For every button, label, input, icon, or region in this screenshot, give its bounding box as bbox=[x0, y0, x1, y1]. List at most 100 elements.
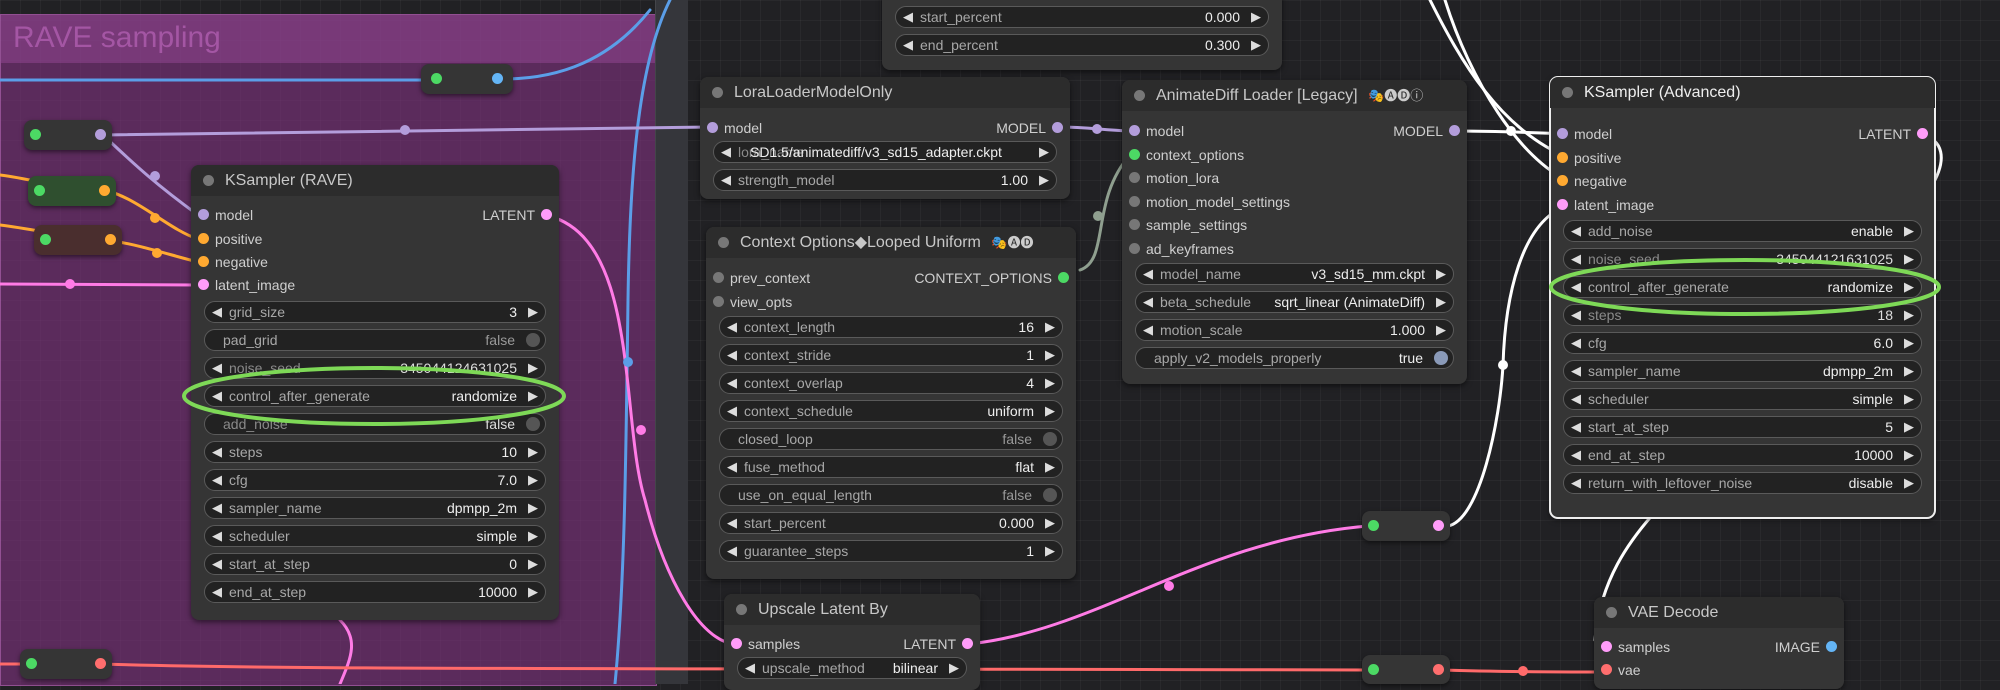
vae-decode-node[interactable]: VAE Decode samples IMAGE vae bbox=[1594, 597, 1844, 689]
node-title[interactable]: KSampler (RAVE) bbox=[191, 165, 559, 196]
increment-arrow[interactable]: ▶ bbox=[528, 582, 538, 602]
input-ad-keyframes[interactable]: ad_keyframes bbox=[1129, 237, 1234, 261]
node-title[interactable]: KSampler (Advanced) bbox=[1550, 77, 1935, 108]
increment-arrow[interactable]: ▶ bbox=[528, 386, 538, 406]
reroute-output-slot[interactable] bbox=[95, 658, 106, 669]
input-slot[interactable] bbox=[1557, 152, 1568, 163]
node-title[interactable]: AnimateDiff Loader [Legacy] 🎭🅐🅓ⓘ bbox=[1122, 80, 1467, 111]
increment-arrow[interactable]: ▶ bbox=[1904, 445, 1914, 465]
end-at-step-widget[interactable]: ◀ end_at_step 10000 ▶ bbox=[1563, 444, 1922, 466]
output-slot[interactable] bbox=[1058, 272, 1069, 283]
reroute-output-slot[interactable] bbox=[95, 129, 106, 140]
grid-size-widget[interactable]: ◀ grid_size 3 ▶ bbox=[204, 301, 546, 323]
output-slot[interactable] bbox=[1917, 128, 1928, 139]
collapse-dot[interactable] bbox=[718, 237, 729, 248]
input-slot[interactable] bbox=[198, 279, 209, 290]
increment-arrow[interactable]: ▶ bbox=[528, 554, 538, 574]
input-sample-settings[interactable]: sample_settings bbox=[1129, 213, 1247, 237]
beta-schedule-widget[interactable]: ◀ beta_schedule sqrt_linear (AnimateDiff… bbox=[1135, 291, 1454, 313]
ksampler-rave-node[interactable]: KSampler (RAVE) model LATENT positive ne… bbox=[191, 165, 559, 620]
start-at-step-widget[interactable]: ◀ start_at_step 0 ▶ bbox=[204, 553, 546, 575]
input-motion-model-settings[interactable]: motion_model_settings bbox=[1129, 190, 1290, 214]
noise-seed-widget[interactable]: ◀ noise_seed 345044121631025 ▶ bbox=[1563, 248, 1922, 270]
motion-scale-widget[interactable]: ◀ motion_scale 1.000 ▶ bbox=[1135, 319, 1454, 341]
scheduler-widget[interactable]: ◀ scheduler simple ▶ bbox=[204, 525, 546, 547]
start-at-step-widget[interactable]: ◀ start_at_step 5 ▶ bbox=[1563, 416, 1922, 438]
decrement-arrow[interactable]: ◀ bbox=[1571, 277, 1581, 297]
decrement-arrow[interactable]: ◀ bbox=[212, 358, 222, 378]
toggle-knob[interactable] bbox=[526, 417, 540, 431]
input-slot[interactable] bbox=[1557, 199, 1568, 210]
decrement-arrow[interactable]: ◀ bbox=[727, 513, 737, 533]
decrement-arrow[interactable]: ◀ bbox=[745, 658, 755, 678]
control-after-generate-widget[interactable]: ◀ control_after_generate randomize ▶ bbox=[1563, 276, 1922, 298]
end-at-step-widget[interactable]: ◀ end_at_step 10000 ▶ bbox=[204, 581, 546, 603]
decrement-arrow[interactable]: ◀ bbox=[727, 457, 737, 477]
add-noise-toggle[interactable]: add_noise false bbox=[204, 413, 546, 435]
output-latent[interactable]: LATENT bbox=[482, 203, 552, 227]
input-view-opts[interactable]: view_opts bbox=[713, 290, 792, 314]
decrement-arrow[interactable]: ◀ bbox=[212, 554, 222, 574]
reroute-output-slot[interactable] bbox=[1433, 663, 1444, 675]
end-percent-widget[interactable]: ◀ end_percent 0.300 ▶ bbox=[895, 34, 1269, 56]
increment-arrow[interactable]: ▶ bbox=[1904, 389, 1914, 409]
input-model[interactable]: model bbox=[707, 116, 762, 140]
decrement-arrow[interactable]: ◀ bbox=[1143, 292, 1153, 312]
reroute-node-vae-right[interactable] bbox=[1362, 655, 1450, 684]
reroute-node-blue[interactable] bbox=[421, 64, 513, 94]
reroute-output-slot[interactable] bbox=[105, 234, 116, 245]
decrement-arrow[interactable]: ◀ bbox=[212, 470, 222, 490]
reroute-node-model[interactable] bbox=[24, 120, 112, 150]
decrement-arrow[interactable]: ◀ bbox=[1571, 445, 1581, 465]
decrement-arrow[interactable]: ◀ bbox=[727, 541, 737, 561]
reroute-input-slot[interactable] bbox=[30, 129, 41, 140]
reroute-node-negative[interactable] bbox=[34, 225, 122, 255]
decrement-arrow[interactable]: ◀ bbox=[727, 317, 737, 337]
toggle-knob[interactable] bbox=[1043, 432, 1057, 446]
increment-arrow[interactable]: ▶ bbox=[1045, 457, 1055, 477]
steps-widget[interactable]: ◀ steps 10 ▶ bbox=[204, 441, 546, 463]
input-slot[interactable] bbox=[1129, 243, 1140, 254]
increment-arrow[interactable]: ▶ bbox=[1251, 7, 1261, 27]
collapse-dot[interactable] bbox=[712, 87, 723, 98]
collapse-dot[interactable] bbox=[203, 175, 214, 186]
output-slot[interactable] bbox=[1826, 641, 1837, 652]
increment-arrow[interactable]: ▶ bbox=[528, 526, 538, 546]
input-vae[interactable]: vae bbox=[1601, 658, 1641, 682]
collapse-dot[interactable] bbox=[1606, 607, 1617, 618]
reroute-input-slot[interactable] bbox=[26, 658, 37, 669]
input-slot[interactable] bbox=[198, 209, 209, 220]
increment-arrow[interactable]: ▶ bbox=[1045, 345, 1055, 365]
input-latent-image[interactable]: latent_image bbox=[1557, 193, 1654, 217]
decrement-arrow[interactable]: ◀ bbox=[1571, 473, 1581, 493]
increment-arrow[interactable]: ▶ bbox=[528, 470, 538, 490]
input-slot[interactable] bbox=[707, 122, 718, 133]
decrement-arrow[interactable]: ◀ bbox=[1571, 249, 1581, 269]
input-slot[interactable] bbox=[1129, 125, 1140, 136]
steps-widget[interactable]: ◀ steps 18 ▶ bbox=[1563, 304, 1922, 326]
input-slot[interactable] bbox=[1557, 128, 1568, 139]
output-image[interactable]: IMAGE bbox=[1775, 635, 1837, 659]
increment-arrow[interactable]: ▶ bbox=[1436, 320, 1446, 340]
input-slot[interactable] bbox=[1129, 172, 1140, 183]
decrement-arrow[interactable]: ◀ bbox=[212, 442, 222, 462]
node-title[interactable]: Upscale Latent By bbox=[724, 594, 980, 625]
toggle-knob[interactable] bbox=[526, 333, 540, 347]
closed-loop-toggle[interactable]: closed_loop false bbox=[719, 428, 1063, 450]
animatediff-loader-node[interactable]: AnimateDiff Loader [Legacy] 🎭🅐🅓ⓘ model M… bbox=[1122, 80, 1467, 384]
input-slot[interactable] bbox=[1601, 664, 1612, 675]
decrement-arrow[interactable]: ◀ bbox=[903, 35, 913, 55]
increment-arrow[interactable]: ▶ bbox=[1904, 473, 1914, 493]
lora-loader-node[interactable]: LoraLoaderModelOnly model MODEL ◀ lora_n… bbox=[700, 77, 1070, 199]
collapse-dot[interactable] bbox=[1562, 87, 1573, 98]
decrement-arrow[interactable]: ◀ bbox=[727, 373, 737, 393]
decrement-arrow[interactable]: ◀ bbox=[1571, 389, 1581, 409]
context-overlap-widget[interactable]: ◀ context_overlap 4 ▶ bbox=[719, 372, 1063, 394]
lora-name-widget[interactable]: ◀ lora_name SD1.5/animatediff/v3_sd15_ad… bbox=[713, 141, 1057, 163]
model-name-widget[interactable]: ◀ model_name v3_sd15_mm.ckpt ▶ bbox=[1135, 263, 1454, 285]
fuse-method-widget[interactable]: ◀ fuse_method flat ▶ bbox=[719, 456, 1063, 478]
decrement-arrow[interactable]: ◀ bbox=[1571, 305, 1581, 325]
decrement-arrow[interactable]: ◀ bbox=[212, 302, 222, 322]
input-context-options[interactable]: context_options bbox=[1129, 143, 1244, 167]
output-latent[interactable]: LATENT bbox=[1858, 122, 1928, 146]
